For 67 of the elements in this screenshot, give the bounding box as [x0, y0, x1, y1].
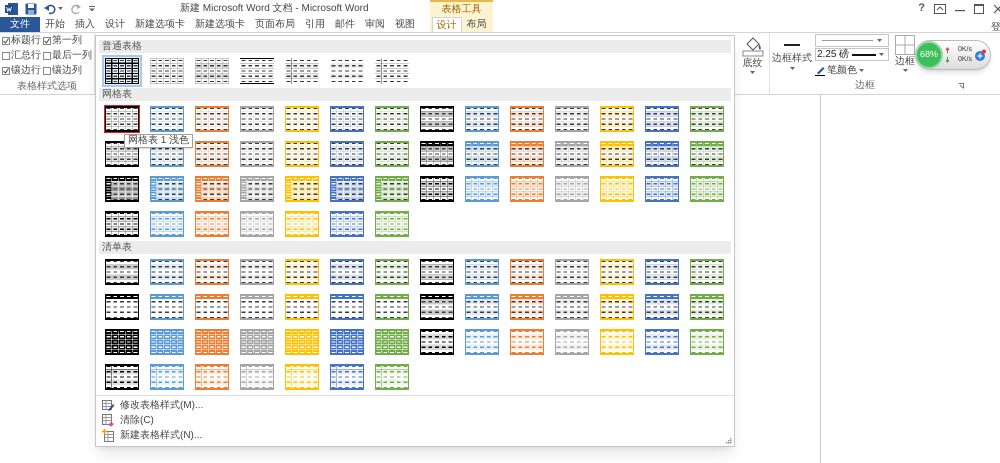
border-styles-button[interactable]: 边框样式	[772, 34, 812, 70]
ribbon-tab[interactable]: 新建选项卡	[190, 17, 250, 32]
menu-item[interactable]: 修改表格样式(M)...	[120, 398, 204, 413]
pen-weight-dropdown[interactable]: 2.25 磅	[815, 48, 889, 61]
ribbon-tab[interactable]: 邮件	[330, 17, 360, 32]
dialog-launcher-icon[interactable]	[958, 82, 964, 88]
caret-icon	[859, 69, 864, 72]
app-logo-icon	[5, 2, 18, 14]
checkbox[interactable]: 镶边行	[2, 65, 43, 77]
caret-icon	[58, 7, 63, 10]
ribbon-tab[interactable]: 文件	[0, 17, 40, 32]
pen-color-button[interactable]: 笔颜色	[815, 63, 889, 78]
checkbox[interactable]: 标题行	[2, 35, 43, 47]
shading-button[interactable]: 底纹	[736, 33, 770, 94]
section-header: 网格表	[102, 90, 132, 100]
caret-icon	[790, 67, 794, 70]
ribbon-tab[interactable]: 设计	[432, 17, 462, 32]
new-table-icon	[102, 429, 115, 442]
caret-icon	[902, 69, 908, 72]
pen-icon	[815, 65, 825, 76]
table-edit-icon	[102, 399, 115, 412]
section-header: 普通表格	[102, 42, 142, 52]
undo-button[interactable]	[44, 2, 63, 14]
ribbon-tab[interactable]: 插入	[70, 17, 100, 32]
ribbon-tab[interactable]: 页面布局	[250, 17, 300, 32]
checkmark-icon	[44, 38, 50, 44]
section-header: 清单表	[102, 242, 132, 252]
tooltip: 网格表 1 浅色	[124, 134, 194, 148]
checkmark-icon	[3, 68, 9, 74]
ribbon-tab[interactable]: 布局	[462, 17, 492, 32]
ribbon-tab[interactable]: 开始	[40, 17, 70, 32]
caret-icon	[877, 39, 882, 42]
customize-toolbar-icon[interactable]	[89, 6, 96, 12]
ribbon-tab[interactable]: 审阅	[360, 17, 390, 32]
ribbon-display-icon[interactable]	[934, 4, 946, 14]
group-label: 边框	[855, 78, 875, 93]
up-down-arrows-icon	[945, 46, 950, 64]
paint-bucket-icon	[742, 35, 764, 57]
add-icon[interactable]	[974, 49, 986, 61]
resize-grip-icon[interactable]	[726, 438, 732, 444]
save-icon[interactable]	[25, 2, 37, 14]
context-tab-label: 表格工具	[442, 2, 482, 17]
memory-usage-percent: 68%	[920, 48, 938, 62]
pen-style-dropdown[interactable]	[815, 34, 889, 47]
maximize-icon[interactable]	[974, 4, 984, 14]
ribbon-tab[interactable]: 引用	[300, 17, 330, 32]
menu-item[interactable]: 新建表格样式(N)...	[120, 428, 202, 443]
checkbox[interactable]: 最后一列	[43, 50, 93, 62]
checkbox[interactable]: 第一列	[43, 35, 93, 47]
group-label: 表格样式选项	[17, 81, 77, 92]
window-title: 新建 Microsoft Word 文档 - Microsoft Word	[180, 2, 370, 16]
checkmark-icon	[3, 38, 9, 44]
checkbox[interactable]: 镶边列	[43, 65, 93, 77]
ribbon-tab[interactable]: 视图	[390, 17, 420, 32]
table-eraser-icon	[102, 414, 115, 427]
line-sample-icon	[784, 44, 800, 47]
caret-icon	[879, 53, 884, 56]
help-button[interactable]: ?	[918, 0, 925, 17]
grid-icon	[895, 35, 915, 55]
close-icon[interactable]	[993, 4, 1000, 14]
menu-item[interactable]: 清除(C)	[120, 413, 154, 428]
caret-icon	[750, 71, 755, 74]
borders-button[interactable]: 边框	[892, 34, 918, 72]
checkbox[interactable]: 汇总行	[2, 50, 43, 62]
ribbon-tab[interactable]: 新建选项卡	[130, 17, 190, 32]
table-style-option[interactable]	[102, 54, 142, 86]
ribbon-tab[interactable]: 设计	[100, 17, 130, 32]
